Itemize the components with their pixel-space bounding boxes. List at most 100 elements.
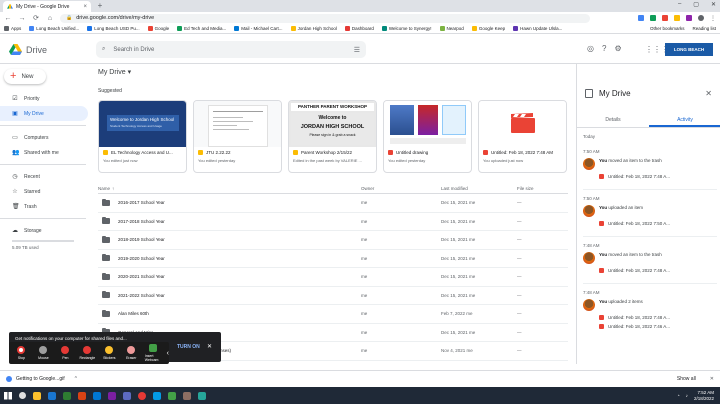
- bookmark-item[interactable]: Long Beach Unified...: [29, 26, 79, 31]
- bookmark-folder[interactable]: Reading list: [692, 26, 716, 31]
- home-button[interactable]: ⌂: [46, 15, 54, 22]
- search-input[interactable]: ⌕ Search in Drive ☰: [96, 41, 366, 58]
- table-row[interactable]: 2018-2019 School Year me Dec 15, 2021 me —: [98, 231, 568, 250]
- back-button[interactable]: ←: [4, 15, 12, 22]
- bookmark-item[interactable]: Welcome to Synergy!: [381, 26, 432, 31]
- app-icon[interactable]: [183, 391, 191, 400]
- extension-icon[interactable]: [662, 15, 668, 21]
- extension-icon[interactable]: [674, 15, 680, 21]
- sidebar-item-trash[interactable]: 🗑 Trash: [0, 199, 88, 214]
- chrome-icon[interactable]: [138, 391, 146, 400]
- close-icon[interactable]: ✕: [705, 89, 712, 98]
- clock[interactable]: 7:52 AM 2/18/2022: [694, 390, 714, 402]
- drive-logo-icon[interactable]: [9, 44, 22, 55]
- suggested-card[interactable]: PANTHER PARENT WORKSHOP Welcome to JORDA…: [288, 100, 377, 173]
- column-modified[interactable]: Last modified: [441, 186, 517, 191]
- activity-file[interactable]: Untitled: Feb 18, 2022 7:48 A...: [599, 268, 717, 273]
- suggested-card[interactable]: Untitled: Feb 18, 2022 7:48 AM You uploa…: [478, 100, 567, 173]
- address-bar[interactable]: 🔒 drive.google.com/drive/my-drive: [60, 13, 590, 23]
- tab-my-drive[interactable]: My Drive - Google Drive ×: [3, 1, 91, 12]
- extension-icon[interactable]: [686, 15, 692, 21]
- organization-logo[interactable]: LONG BEACH: [665, 43, 713, 56]
- volume-icon[interactable]: ♪: [686, 393, 688, 398]
- bookmark-item[interactable]: Jordan High School: [290, 26, 337, 31]
- bookmark-item[interactable]: Ed Tech and Media...: [177, 26, 226, 31]
- table-row[interactable]: 2019-2020 School Year me Dec 15, 2021 me —: [98, 250, 568, 268]
- sidebar-item-priority[interactable]: ☑ Priority: [0, 91, 88, 106]
- search-options-icon[interactable]: ☰: [354, 46, 360, 54]
- teams-icon[interactable]: [123, 391, 131, 400]
- turn-on-button[interactable]: TURN ON: [177, 344, 200, 350]
- bookmark-item[interactable]: Nearpod: [439, 26, 464, 31]
- close-icon[interactable]: ✕: [207, 343, 212, 350]
- outlook-icon[interactable]: [93, 391, 101, 400]
- column-name[interactable]: Name ↑: [98, 186, 361, 191]
- table-row[interactable]: 2021-2022 School Year me Dec 15, 2021 me —: [98, 287, 568, 305]
- activity-file[interactable]: Untitled: Feb 18, 2022 7:48 A...: [599, 315, 717, 320]
- tool-eraser-button[interactable]: Eraser: [123, 346, 140, 360]
- extension-icon[interactable]: [650, 15, 656, 21]
- sidebar-item-my-drive[interactable]: ▣ My Drive: [0, 106, 88, 121]
- sidebar-item-recent[interactable]: ◷ Recent: [0, 169, 88, 184]
- sidebar-item-storage[interactable]: ☁ Storage: [0, 223, 88, 238]
- bookmark-item[interactable]: Hawn Update Ulsla...: [513, 26, 562, 31]
- bookmark-item[interactable]: Mail - Michael Cart...: [234, 26, 283, 31]
- collapse-icon[interactable]: ‹: [167, 350, 169, 357]
- bookmark-item[interactable]: Dashboard: [344, 26, 374, 31]
- reload-button[interactable]: ⟳: [32, 14, 40, 22]
- activity-file[interactable]: Untitled: Feb 18, 2022 7:50 A...: [599, 221, 717, 226]
- suggested-card[interactable]: Welcome to Jordan High School Student Te…: [98, 100, 187, 173]
- windows-start-icon[interactable]: [4, 391, 12, 400]
- bookmark-folder[interactable]: Other bookmarks: [650, 26, 685, 31]
- activity-file[interactable]: Untitled: Feb 18, 2022 7:46 A...: [599, 324, 717, 329]
- bookmark-item[interactable]: Google Keep: [471, 26, 505, 31]
- network-icon[interactable]: ◔: [677, 393, 680, 398]
- new-button[interactable]: + New: [4, 69, 46, 84]
- maximize-button[interactable]: ▢: [693, 1, 699, 8]
- table-row[interactable]: 2020-2021 School Year me Dec 15, 2021 me —: [98, 268, 568, 287]
- column-owner[interactable]: Owner: [361, 186, 441, 191]
- word-icon[interactable]: [48, 391, 56, 400]
- tab-close-icon[interactable]: ×: [83, 4, 87, 10]
- table-row[interactable]: Alan Miles 60th me Feb 7, 2022 me —: [98, 305, 568, 324]
- sidebar-item-computers[interactable]: ▭ Computers: [0, 130, 88, 145]
- sidebar-item-shared-with-me[interactable]: 👥 Shared with me: [0, 145, 88, 160]
- table-row[interactable]: 2017-2018 School Year me Dec 15, 2021 me —: [98, 213, 568, 231]
- bookmark-item[interactable]: Apps: [4, 26, 21, 31]
- onenote-icon[interactable]: [108, 391, 116, 400]
- file-explorer-icon[interactable]: [33, 391, 41, 400]
- edge-icon[interactable]: [153, 391, 161, 400]
- chevron-up-icon[interactable]: ^: [75, 376, 77, 382]
- profile-avatar[interactable]: [698, 15, 704, 21]
- help-icon[interactable]: ?: [602, 44, 606, 53]
- tool-mouse-button[interactable]: Mouse: [35, 346, 52, 360]
- tool-stop-button[interactable]: Stop: [13, 346, 30, 360]
- app-icon[interactable]: [168, 391, 176, 400]
- offline-status-icon[interactable]: ◎: [587, 44, 594, 53]
- forward-button[interactable]: →: [18, 15, 26, 22]
- extension-icon[interactable]: [638, 15, 644, 21]
- tab-details[interactable]: Details: [577, 114, 649, 127]
- search-icon[interactable]: ⌕: [102, 46, 105, 53]
- sidebar-item-starred[interactable]: ☆ Starred: [0, 184, 88, 199]
- app-icon[interactable]: [198, 391, 206, 400]
- sort-arrow-icon[interactable]: ↑: [112, 186, 114, 191]
- tool-rectangle-button[interactable]: Rectangle: [79, 346, 96, 360]
- activity-file[interactable]: Untitled: Feb 18, 2022 7:48 A...: [599, 174, 717, 179]
- close-window-button[interactable]: ✕: [711, 1, 716, 8]
- suggested-card[interactable]: JTU 2.22.22 You edited yesterday: [193, 100, 282, 173]
- minimize-button[interactable]: –: [678, 1, 681, 8]
- suggested-card[interactable]: Untitled drawing You edited yesterday: [383, 100, 472, 173]
- tab-activity[interactable]: Activity: [649, 114, 720, 127]
- bookmark-item[interactable]: Long Beach USD Pu...: [87, 26, 140, 31]
- powerpoint-icon[interactable]: [78, 391, 86, 400]
- excel-icon[interactable]: [63, 391, 71, 400]
- bookmark-item[interactable]: Google: [147, 26, 169, 31]
- page-title[interactable]: My Drive ▾: [98, 68, 131, 76]
- tool-pen-button[interactable]: Pen: [57, 346, 74, 360]
- show-all-button[interactable]: Show all: [677, 376, 696, 382]
- download-item[interactable]: Getting to Google...gif ^: [6, 376, 106, 382]
- table-row[interactable]: 2016-2017 School Year me Dec 15, 2021 me —: [98, 194, 568, 213]
- browser-menu-icon[interactable]: ⋮: [710, 15, 716, 22]
- tool-stickers-button[interactable]: Stickers: [101, 346, 118, 360]
